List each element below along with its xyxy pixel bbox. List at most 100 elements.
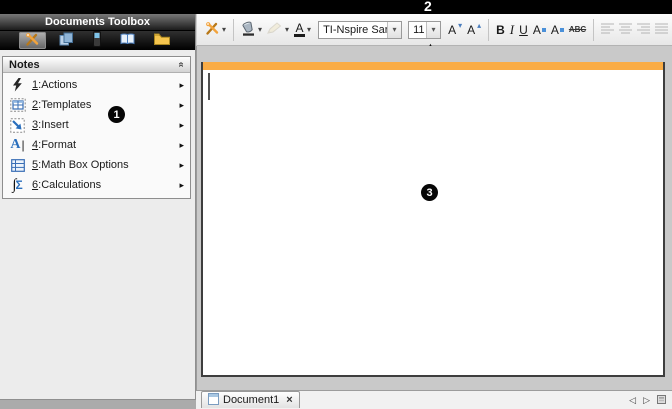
submenu-arrow-icon: ▸ — [179, 140, 184, 151]
documents-toolbox-panel: Documents Toolbox — [0, 14, 196, 399]
dropdown-arrow-icon[interactable]: ▾ — [387, 22, 401, 38]
tab-document-tools[interactable] — [19, 32, 46, 49]
document-tab-bar: Document1 × ◁ ▷ — [196, 390, 672, 409]
callout-step-2: 2 — [424, 0, 432, 14]
font-size-select[interactable]: 11 ▾ — [408, 21, 441, 39]
subscript-square-icon — [560, 28, 564, 32]
down-arrow-icon: ▾ — [458, 21, 462, 30]
align-right-button[interactable] — [636, 18, 651, 42]
tab-utilities[interactable] — [114, 32, 141, 49]
menu-item-label: 3:Insert — [32, 119, 175, 131]
font-size-value: 11 — [409, 24, 426, 36]
align-justify-button[interactable] — [654, 18, 669, 42]
pencil-icon — [267, 22, 283, 37]
close-tab-icon[interactable]: × — [286, 394, 292, 406]
notes-panel-title: Notes — [9, 59, 40, 71]
menu-item-label: 1:Actions — [32, 79, 175, 91]
submenu-arrow-icon: ▸ — [179, 180, 184, 191]
strikethrough-button[interactable]: ABC — [568, 18, 587, 42]
documents-toolbox-title: Documents Toolbox — [0, 14, 195, 31]
text-color-button[interactable]: A ▾ — [293, 18, 312, 42]
align-left-icon — [601, 23, 614, 37]
menu-item-label: 6:Calculations — [32, 179, 175, 191]
book-icon — [120, 33, 135, 48]
submenu-arrow-icon: ▸ — [179, 100, 184, 111]
bold-button[interactable]: B — [495, 18, 506, 42]
menu-item-insert[interactable]: 3:Insert ▸ — [3, 115, 190, 135]
decrease-font-size-button[interactable]: A ▾ — [447, 18, 463, 42]
italic-button[interactable]: I — [509, 18, 515, 42]
align-left-button[interactable] — [600, 18, 615, 42]
menu-item-label: 5:Math Box Options — [32, 159, 175, 171]
align-justify-icon — [655, 23, 668, 37]
dropdown-arrow-icon: ▾ — [258, 25, 262, 34]
page-sorter-view-icon[interactable] — [657, 395, 666, 406]
page-navigation: ◁ ▷ — [629, 395, 666, 406]
submenu-arrow-icon: ▸ — [179, 80, 184, 91]
format-a-icon: A| — [7, 138, 28, 152]
insert-arrow-icon — [7, 118, 28, 133]
menu-item-format[interactable]: A| 4:Format ▸ — [3, 135, 190, 155]
font-family-value: TI-Nspire Sans — [319, 24, 387, 36]
menu-item-label: 4:Format — [32, 139, 175, 151]
subscript-button[interactable]: A — [550, 18, 565, 42]
lightning-icon — [7, 78, 28, 92]
sidebar-bottom-strip — [0, 399, 196, 409]
dropdown-arrow-icon[interactable]: ▾ — [426, 22, 440, 38]
text-color-a-icon: A — [294, 22, 305, 37]
notes-panel: Notes « 1:Actions ▸ — [2, 56, 191, 199]
fill-color-button[interactable]: ▾ — [240, 18, 263, 42]
underline-button[interactable]: U — [518, 18, 529, 42]
menu-item-calculations[interactable]: ∫Σ 6:Calculations ▸ — [3, 175, 190, 195]
integral-sigma-icon: ∫Σ — [7, 178, 28, 193]
up-arrow-icon: ▴ — [477, 21, 481, 30]
increase-font-size-button[interactable]: A ▴ — [466, 18, 482, 42]
document-tab[interactable]: Document1 × — [201, 391, 300, 408]
superscript-button[interactable]: A — [532, 18, 547, 42]
folder-icon — [154, 33, 170, 48]
dropdown-arrow-icon: ▾ — [307, 25, 311, 34]
top-strip: 2 — [0, 0, 672, 14]
callout-step-1: 1 — [108, 106, 125, 123]
pages-icon — [59, 32, 74, 49]
next-page-icon[interactable]: ▷ — [643, 395, 650, 406]
submenu-arrow-icon: ▸ — [179, 160, 184, 171]
ti-nspire-window: 2 Documents Toolbox — [0, 0, 672, 409]
font-family-select[interactable]: TI-Nspire Sans ▾ — [318, 21, 402, 39]
wrench-hammer-icon — [25, 32, 40, 50]
menu-item-math-box-options[interactable]: 5:Math Box Options ▸ — [3, 155, 190, 175]
menu-item-label: 2:Templates — [32, 99, 175, 111]
paint-bucket-icon — [241, 21, 256, 39]
dropdown-arrow-icon: ▾ — [285, 25, 289, 34]
previous-page-icon[interactable]: ◁ — [629, 395, 636, 406]
toolbar-separator — [233, 19, 234, 41]
menu-item-actions[interactable]: 1:Actions ▸ — [3, 75, 190, 95]
notes-menu: 1:Actions ▸ 2:Templates ▸ — [3, 73, 190, 198]
line-color-button[interactable]: ▾ — [266, 18, 290, 42]
align-right-icon — [637, 23, 650, 37]
document-page[interactable] — [201, 62, 665, 377]
table-grid-icon — [7, 98, 28, 112]
document-tools-menu-button[interactable]: ▾ — [204, 18, 227, 42]
tab-smartview-emulator[interactable] — [87, 32, 107, 49]
tab-page-sorter[interactable] — [53, 32, 80, 49]
submenu-arrow-icon: ▸ — [179, 120, 184, 131]
wrench-hammer-icon — [205, 21, 220, 39]
toolbox-tab-bar — [0, 31, 195, 50]
collapse-panel-icon[interactable]: « — [176, 62, 187, 68]
menu-item-templates[interactable]: 2:Templates ▸ — [3, 95, 190, 115]
notes-panel-header[interactable]: Notes « — [3, 57, 190, 73]
document-page-icon — [208, 393, 219, 408]
tab-content-explorer[interactable] — [148, 32, 176, 49]
handheld-icon — [93, 31, 101, 50]
toolbar-separator — [593, 19, 594, 41]
math-box-icon — [7, 159, 28, 172]
align-center-icon — [619, 23, 632, 37]
page-header-bar — [203, 62, 663, 70]
document-tab-label: Document1 — [223, 394, 279, 406]
align-center-button[interactable] — [618, 18, 633, 42]
text-cursor — [208, 73, 210, 100]
dropdown-arrow-icon: ▾ — [222, 25, 226, 34]
toolbar-separator — [488, 19, 489, 41]
superscript-square-icon — [542, 28, 546, 32]
